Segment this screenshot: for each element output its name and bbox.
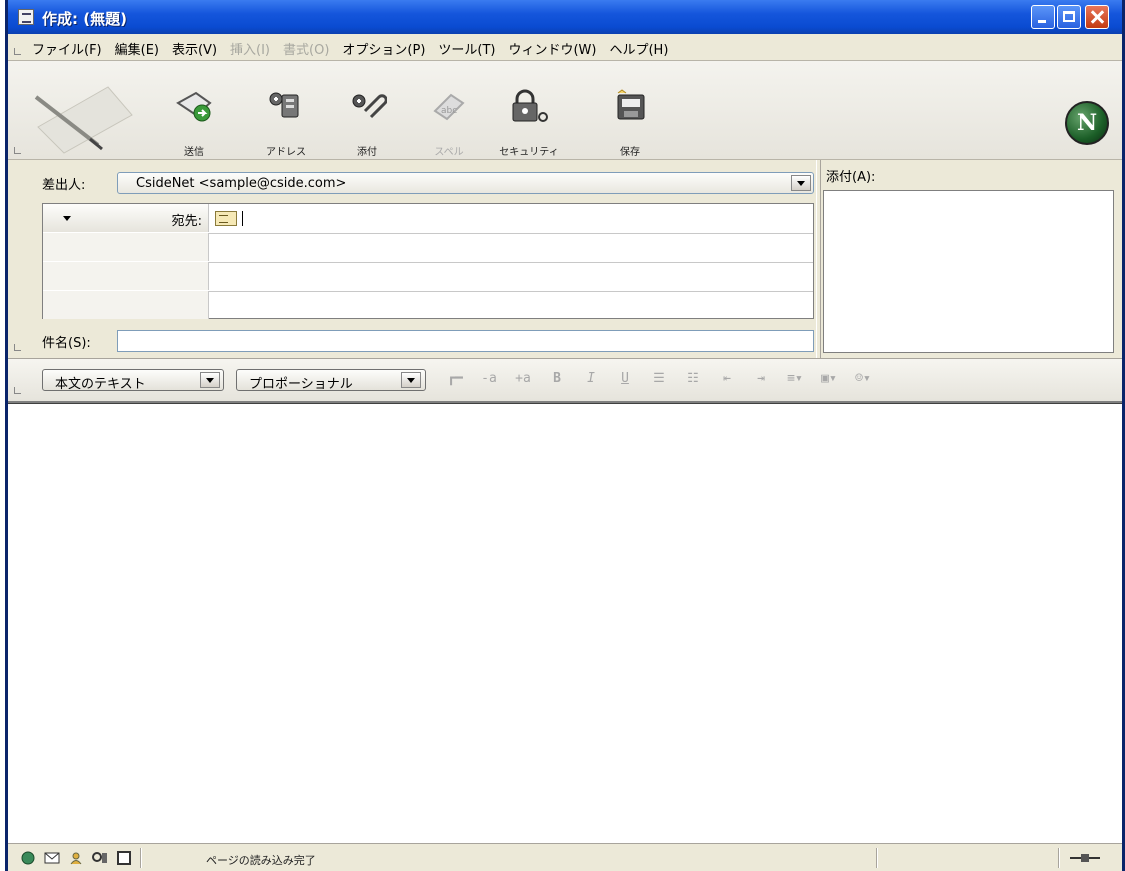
title-bar[interactable]: 作成: (無題) <box>8 0 1122 34</box>
paragraph-style-select[interactable]: 本文のテキスト <box>42 369 224 392</box>
attachments-label: 添付(A): <box>826 170 876 185</box>
decrease-size-icon[interactable]: -a <box>472 371 506 386</box>
status-separator <box>140 848 142 868</box>
bold-icon[interactable]: B <box>540 371 574 386</box>
compose-app-icon[interactable] <box>18 9 34 25</box>
address-button[interactable]: アドレス <box>250 89 322 158</box>
emoticon-icon[interactable]: ☺▾ <box>846 371 880 386</box>
close-button[interactable] <box>1085 5 1109 29</box>
formatbar-grip[interactable] <box>14 387 21 394</box>
subject-label: 件名(S): <box>42 336 91 351</box>
address-label: アドレス <box>266 147 306 158</box>
navigator-icon[interactable] <box>20 851 36 865</box>
text-color-icon[interactable]: ┏━ <box>438 371 472 386</box>
composer-icon[interactable] <box>68 851 84 865</box>
recipient-list[interactable]: 宛先: <box>42 203 814 319</box>
menu-insert[interactable]: 挿入(I) <box>230 39 270 58</box>
menu-bar: ファイル(F) 編集(E) 表示(V) 挿入(I) 書式(O) オプション(P)… <box>8 34 1122 61</box>
menu-view[interactable]: 表示(V) <box>172 39 217 58</box>
underline-icon[interactable]: U <box>608 371 642 386</box>
address-card-icon <box>215 211 237 226</box>
attach-label: 添付 <box>357 147 377 158</box>
menu-window[interactable]: ウィンドウ(W) <box>508 39 596 58</box>
from-value: CsideNet <sample@cside.com> <box>136 176 347 191</box>
menu-edit[interactable]: 編集(E) <box>115 39 159 58</box>
online-connection-icon[interactable] <box>1070 854 1100 862</box>
message-body-editor[interactable] <box>8 403 1122 844</box>
lock-icon <box>509 89 549 123</box>
recipient-type-cell[interactable] <box>43 262 209 290</box>
send-icon <box>174 89 214 123</box>
security-label: セキュリティ <box>499 147 559 158</box>
recipient-type-select[interactable]: 宛先: <box>43 204 209 232</box>
format-tools: ┏━ -a +a B I U ☰ ☷ ⇤ ⇥ ≡▾ ▣▾ ☺▾ <box>438 371 880 386</box>
save-label: 保存 <box>620 147 640 158</box>
header-splitter[interactable] <box>816 160 821 358</box>
align-icon[interactable]: ≡▾ <box>778 371 812 386</box>
recipient-row[interactable] <box>43 233 813 263</box>
paragraph-style-value: 本文のテキスト <box>55 377 146 392</box>
header-grip[interactable] <box>14 344 21 351</box>
menubar-grip[interactable] <box>14 48 21 55</box>
font-select[interactable]: プロポーショナル <box>236 369 426 392</box>
compose-pen-icon <box>34 86 133 154</box>
send-button[interactable]: 送信 <box>158 89 230 158</box>
main-toolbar: 送信 アドレス 添付 abc スペル セキュリティ 保存 N <box>8 61 1122 160</box>
numbered-list-icon[interactable]: ☷ <box>676 371 710 386</box>
recipient-row[interactable] <box>43 262 813 292</box>
chevron-down-icon[interactable] <box>401 372 421 388</box>
send-label: 送信 <box>184 147 204 158</box>
menu-tools[interactable]: ツール(T) <box>438 39 495 58</box>
status-bar: ページの読み込み完了 <box>8 843 1122 871</box>
recipient-row[interactable]: 宛先: <box>43 204 813 234</box>
chevron-down-icon[interactable] <box>200 372 220 388</box>
message-header: 差出人: CsideNet <sample@cside.com> 宛先: 件名(… <box>8 160 1122 359</box>
italic-icon[interactable]: I <box>574 371 608 386</box>
maximize-button[interactable] <box>1057 5 1081 29</box>
menu-options[interactable]: オプション(P) <box>342 39 425 58</box>
text-caret <box>242 211 243 226</box>
spell-button[interactable]: abc スペル <box>413 89 485 158</box>
spellcheck-icon: abc <box>429 89 469 123</box>
from-label: 差出人: <box>42 178 86 193</box>
outdent-icon[interactable]: ⇤ <box>710 371 744 386</box>
window-title: 作成: (無題) <box>42 10 127 28</box>
status-text: ページの読み込み完了 <box>206 854 316 867</box>
status-separator <box>876 848 878 868</box>
address-book-status-icon[interactable] <box>92 851 108 865</box>
save-button[interactable]: 保存 <box>594 89 666 158</box>
subject-input[interactable] <box>117 330 814 352</box>
bullet-list-icon[interactable]: ☰ <box>642 371 676 386</box>
chevron-down-icon <box>63 216 71 221</box>
insert-object-icon[interactable]: ▣▾ <box>812 371 846 386</box>
save-icon <box>610 89 650 123</box>
svg-text:abc: abc <box>441 106 457 116</box>
status-separator <box>1058 848 1060 868</box>
chevron-down-icon[interactable] <box>791 175 811 191</box>
minimize-button[interactable] <box>1031 5 1055 29</box>
attachments-list[interactable] <box>823 190 1114 353</box>
netscape-logo-icon[interactable]: N <box>1065 101 1109 145</box>
font-value: プロポーショナル <box>249 377 353 392</box>
format-toolbar: 本文のテキスト プロポーショナル ┏━ -a +a B I U ☰ ☷ ⇤ ⇥ … <box>8 359 1122 403</box>
recipient-type-cell[interactable] <box>43 291 209 319</box>
menu-format[interactable]: 書式(O) <box>283 39 329 58</box>
toolbar-grip[interactable] <box>14 147 21 154</box>
mail-icon[interactable] <box>44 851 60 865</box>
increase-size-icon[interactable]: +a <box>506 371 540 386</box>
paperclip-icon <box>347 89 387 123</box>
page-icon[interactable] <box>116 851 132 865</box>
compose-window: 作成: (無題) ファイル(F) 編集(E) 表示(V) 挿入(I) 書式(O)… <box>5 0 1125 871</box>
spell-label: スペル <box>434 147 464 158</box>
recipient-type-cell[interactable] <box>43 233 209 261</box>
menu-file[interactable]: ファイル(F) <box>32 39 102 58</box>
from-select[interactable]: CsideNet <sample@cside.com> <box>117 172 814 194</box>
recipient-row[interactable] <box>43 291 813 320</box>
security-button[interactable]: セキュリティ <box>493 89 565 158</box>
menu-help[interactable]: ヘルプ(H) <box>609 39 668 58</box>
indent-icon[interactable]: ⇥ <box>744 371 778 386</box>
recipient-type-label: 宛先: <box>171 214 202 229</box>
attach-button[interactable]: 添付 <box>331 89 403 158</box>
address-book-icon <box>266 89 306 123</box>
